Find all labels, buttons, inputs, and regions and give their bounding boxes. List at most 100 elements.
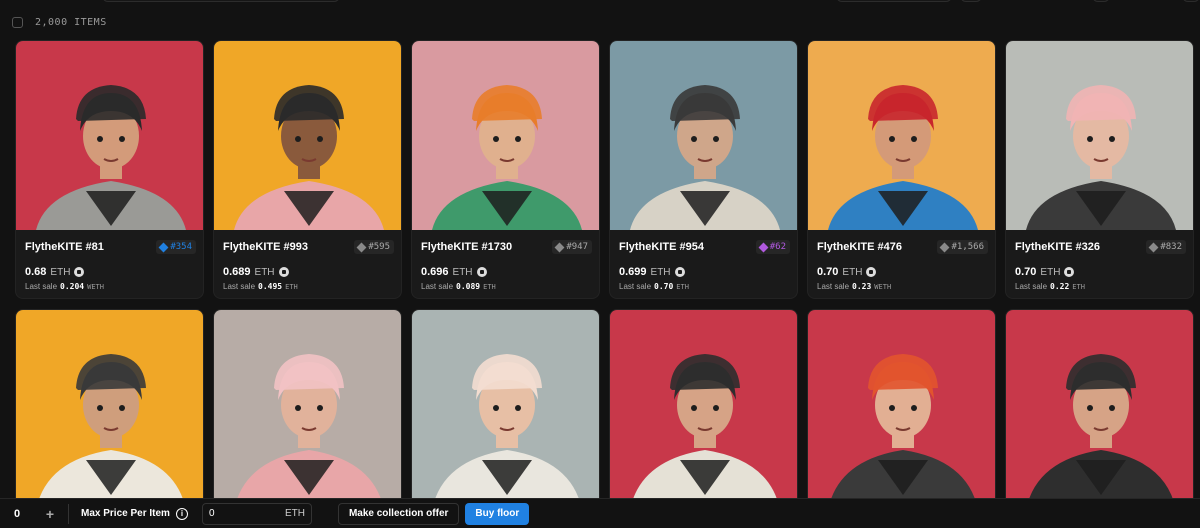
nft-image[interactable] bbox=[610, 41, 797, 230]
nft-price: 0.699 bbox=[619, 266, 647, 278]
info-icon[interactable]: i bbox=[175, 507, 188, 520]
rarity-rank: #595 bbox=[368, 242, 390, 252]
marketplace-icon bbox=[74, 267, 85, 277]
rarity-gem-icon bbox=[758, 242, 769, 252]
nft-card-info: FlytheKITE #954 #62 0.699 ETH Last sale … bbox=[610, 230, 797, 298]
nft-image[interactable] bbox=[1006, 310, 1193, 509]
rarity-rank-badge: #1,566 bbox=[937, 240, 988, 254]
nft-image[interactable] bbox=[808, 310, 995, 509]
marketplace-icon bbox=[476, 267, 487, 277]
sort-dropdown-remnant[interactable] bbox=[836, 0, 952, 2]
search-field-remnant[interactable] bbox=[102, 0, 340, 2]
nft-price: 0.70 bbox=[1015, 266, 1037, 278]
items-count: 2,000 ITEMS bbox=[35, 16, 107, 28]
max-price-label: Max Price Per Item i bbox=[81, 507, 188, 520]
rarity-rank: #62 bbox=[769, 242, 786, 252]
rarity-rank-badge: #62 bbox=[755, 240, 790, 254]
divider bbox=[68, 503, 69, 524]
top-toolbar-remnant bbox=[0, 0, 1200, 6]
buy-floor-button[interactable]: Buy floor bbox=[465, 502, 530, 525]
nft-price: 0.696 bbox=[421, 266, 449, 278]
nft-image[interactable] bbox=[214, 41, 401, 230]
rarity-gem-icon bbox=[356, 242, 367, 252]
last-sale-label: Last sale bbox=[1015, 282, 1048, 291]
last-sale-value: 0.495 bbox=[258, 282, 283, 291]
max-price-field[interactable]: ETH bbox=[201, 502, 312, 525]
last-sale-value: 0.22 bbox=[1050, 282, 1070, 291]
last-sale: Last sale 0.089 ETH bbox=[421, 282, 592, 291]
last-sale: Last sale 0.70 ETH bbox=[619, 282, 790, 291]
marketplace-icon bbox=[674, 267, 685, 277]
select-all-checkbox[interactable] bbox=[12, 16, 23, 28]
nft-name: FlytheKITE #993 bbox=[223, 241, 308, 253]
last-sale-unit: ETH bbox=[483, 282, 496, 291]
make-collection-offer-button[interactable]: Make collection offer bbox=[337, 502, 460, 525]
last-sale-label: Last sale bbox=[619, 282, 652, 291]
nft-card-info: FlytheKITE #81 #354 0.68 ETH Last sale 0… bbox=[16, 230, 203, 298]
plus-icon[interactable]: + bbox=[46, 506, 54, 522]
last-sale-label: Last sale bbox=[25, 282, 58, 291]
nft-price: 0.70 bbox=[817, 266, 839, 278]
nft-card-info: FlytheKITE #1730 #947 0.696 ETH Last sal… bbox=[412, 230, 599, 298]
nft-card[interactable]: FlytheKITE #1730 #947 0.696 ETH Last sal… bbox=[411, 40, 600, 299]
last-sale-unit: ETH bbox=[285, 282, 298, 291]
nft-name: FlytheKITE #81 bbox=[25, 241, 104, 253]
rarity-rank: #947 bbox=[566, 242, 588, 252]
quantity-stepper[interactable]: 0 + bbox=[8, 503, 60, 525]
last-sale: Last sale 0.23 WETH bbox=[817, 282, 988, 291]
nft-image[interactable] bbox=[412, 41, 599, 230]
nft-card[interactable] bbox=[807, 309, 996, 509]
last-sale-value: 0.23 bbox=[852, 282, 872, 291]
rarity-gem-icon bbox=[554, 242, 565, 252]
marketplace-icon bbox=[866, 267, 877, 277]
nft-image[interactable] bbox=[412, 310, 599, 509]
nft-card[interactable]: FlytheKITE #954 #62 0.699 ETH Last sale … bbox=[609, 40, 798, 299]
marketplace-icon bbox=[278, 267, 289, 277]
rarity-rank: #832 bbox=[1160, 242, 1182, 252]
nft-card-info: FlytheKITE #476 #1,566 0.70 ETH Last sal… bbox=[808, 230, 995, 298]
nft-card[interactable] bbox=[15, 309, 204, 509]
rarity-gem-icon bbox=[1148, 242, 1159, 252]
nft-name: FlytheKITE #954 bbox=[619, 241, 704, 253]
items-bar: 2,000 ITEMS bbox=[12, 14, 107, 30]
nft-image[interactable] bbox=[16, 41, 203, 230]
nft-price: 0.689 bbox=[223, 266, 251, 278]
nft-image[interactable] bbox=[808, 41, 995, 230]
last-sale: Last sale 0.495 ETH bbox=[223, 282, 394, 291]
nft-card[interactable] bbox=[213, 309, 402, 509]
nft-card-info: FlytheKITE #326 #832 0.70 ETH Last sale … bbox=[1006, 230, 1193, 298]
last-sale-value: 0.204 bbox=[60, 282, 85, 291]
view-toggle-remnant[interactable] bbox=[1092, 0, 1110, 2]
view-toggle-remnant[interactable] bbox=[1182, 0, 1200, 2]
nft-image[interactable] bbox=[610, 310, 797, 509]
price-unit: ETH bbox=[650, 266, 671, 278]
nft-card[interactable]: FlytheKITE #993 #595 0.689 ETH Last sale… bbox=[213, 40, 402, 299]
rarity-rank: #1,566 bbox=[951, 242, 984, 252]
nft-card[interactable]: FlytheKITE #476 #1,566 0.70 ETH Last sal… bbox=[807, 40, 996, 299]
nft-image[interactable] bbox=[16, 310, 203, 509]
nft-image[interactable] bbox=[214, 310, 401, 509]
last-sale: Last sale 0.22 ETH bbox=[1015, 282, 1186, 291]
nft-card[interactable] bbox=[411, 309, 600, 509]
last-sale-unit: ETH bbox=[676, 282, 689, 291]
rarity-gem-icon bbox=[940, 242, 950, 252]
nft-name: FlytheKITE #476 bbox=[817, 241, 902, 253]
price-unit: ETH bbox=[284, 508, 305, 519]
nft-card[interactable]: FlytheKITE #81 #354 0.68 ETH Last sale 0… bbox=[15, 40, 204, 299]
view-toggle-remnant[interactable] bbox=[960, 0, 982, 2]
quantity-value: 0 bbox=[14, 507, 21, 520]
nft-image[interactable] bbox=[1006, 41, 1193, 230]
nft-card[interactable] bbox=[1005, 309, 1194, 509]
nft-card[interactable]: FlytheKITE #326 #832 0.70 ETH Last sale … bbox=[1005, 40, 1194, 299]
max-price-input[interactable] bbox=[208, 508, 269, 519]
nft-card[interactable] bbox=[609, 309, 798, 509]
rarity-rank-badge: #595 bbox=[354, 240, 394, 254]
max-price-label-text: Max Price Per Item bbox=[81, 508, 170, 519]
last-sale-unit: WETH bbox=[874, 282, 892, 291]
last-sale-unit: WETH bbox=[87, 282, 104, 291]
bottom-action-bar: 0 + Max Price Per Item i ETH Make collec… bbox=[0, 498, 1200, 528]
nft-card-info: FlytheKITE #993 #595 0.689 ETH Last sale… bbox=[214, 230, 401, 298]
last-sale-label: Last sale bbox=[223, 282, 256, 291]
last-sale-value: 0.70 bbox=[654, 282, 674, 291]
nft-name: FlytheKITE #1730 bbox=[421, 241, 513, 253]
